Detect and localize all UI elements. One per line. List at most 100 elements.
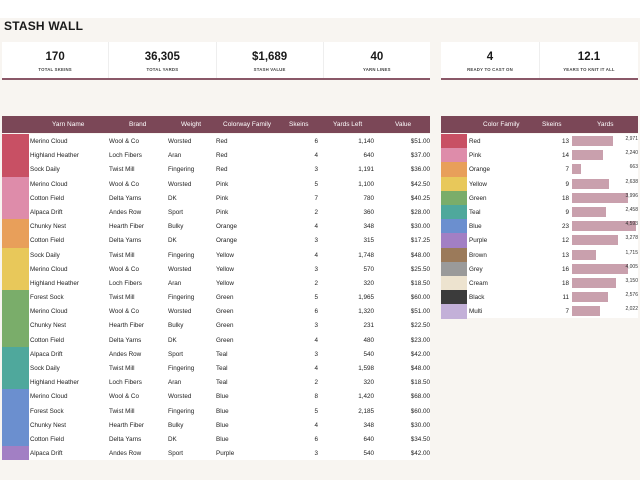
cell-colorway[interactable]: Orange xyxy=(216,237,237,244)
cell-yarn-name[interactable]: Highland Heather xyxy=(30,379,79,386)
cell-yarn-name[interactable]: Sock Daily xyxy=(30,365,60,372)
cell-brand[interactable]: Delta Yarns xyxy=(109,195,141,202)
cell-yarn-name[interactable]: Sock Daily xyxy=(30,252,60,259)
cell-brand[interactable]: Loch Fibers xyxy=(109,152,142,159)
cell-family-yards[interactable]: 663 xyxy=(572,164,638,170)
cell-weight[interactable]: Bulky xyxy=(168,422,183,429)
table-row[interactable]: Sock Daily Twist Mill Fingering Red 3 1,191 $3… xyxy=(2,162,430,177)
cell-yards-left[interactable]: 1,598 xyxy=(317,365,374,372)
cell-yarn-name[interactable]: Merino Cloud xyxy=(30,181,67,188)
cell-colorway[interactable]: Red xyxy=(216,166,228,173)
cell-weight[interactable]: Worsted xyxy=(168,308,191,315)
table-row[interactable]: Alpaca Drift Andes Row Sport Teal 3 540 $42.00 xyxy=(2,346,430,362)
family-row[interactable]: Yellow 9 2,638 xyxy=(441,176,638,191)
cell-value[interactable]: $40.25 xyxy=(377,195,430,202)
cell-yards-left[interactable]: 1,100 xyxy=(317,181,374,188)
cell-colorway[interactable]: Blue xyxy=(216,436,229,443)
cell-skeins[interactable]: 5 xyxy=(280,181,318,188)
cell-yards-left[interactable]: 1,320 xyxy=(317,308,374,315)
cell-family-yards[interactable]: 4,005 xyxy=(572,264,638,270)
family-row[interactable]: Cream 18 3,150 xyxy=(441,275,638,291)
cell-yarn-name[interactable]: Merino Cloud xyxy=(30,266,67,273)
cell-yards-left[interactable]: 480 xyxy=(317,337,374,344)
cell-brand[interactable]: Wool & Co xyxy=(109,138,139,145)
cell-color-family[interactable]: Grey xyxy=(469,266,483,273)
table-row[interactable]: Cotton Field Delta Yarns DK Blue 6 640 $34.50 xyxy=(2,431,430,447)
cell-yarn-name[interactable]: Alpaca Drift xyxy=(30,450,63,457)
cell-brand[interactable]: Twist Mill xyxy=(109,166,135,173)
cell-brand[interactable]: Loch Fibers xyxy=(109,379,142,386)
table-row[interactable]: Sock Daily Twist Mill Fingering Teal 4 1,598 $… xyxy=(2,361,430,376)
cell-family-yards[interactable]: 2,022 xyxy=(572,306,638,312)
family-row[interactable]: Teal 9 2,458 xyxy=(441,204,638,220)
table-row[interactable]: Alpaca Drift Andes Row Sport Pink 2 360 $28.00 xyxy=(2,204,430,220)
cell-colorway[interactable]: Yellow xyxy=(216,252,234,259)
cell-value[interactable]: $68.00 xyxy=(377,393,430,400)
cell-yards-left[interactable]: 1,748 xyxy=(317,252,374,259)
header-yarn-name[interactable]: Yarn Name xyxy=(52,121,84,128)
cell-colorway[interactable]: Teal xyxy=(216,379,228,386)
cell-brand[interactable]: Andes Row xyxy=(109,209,141,216)
cell-yarn-name[interactable]: Cotton Field xyxy=(30,436,64,443)
cell-skeins[interactable]: 6 xyxy=(280,308,318,315)
table-row[interactable]: Alpaca Drift Andes Row Sport Purple 3 540 $42.… xyxy=(2,446,430,461)
cell-family-yards[interactable]: 3,996 xyxy=(572,193,638,199)
cell-color-family[interactable]: Red xyxy=(469,138,481,145)
cell-skeins[interactable]: 4 xyxy=(280,337,318,344)
cell-yards-left[interactable]: 570 xyxy=(317,266,374,273)
cell-value[interactable]: $34.50 xyxy=(377,436,430,443)
cell-brand[interactable]: Twist Mill xyxy=(109,252,135,259)
cell-weight[interactable]: Aran xyxy=(168,152,181,159)
cell-family-skeins[interactable]: 16 xyxy=(536,266,569,273)
cell-skeins[interactable]: 7 xyxy=(280,195,318,202)
cell-colorway[interactable]: Red xyxy=(216,138,228,145)
table-row[interactable]: Highland Heather Loch Fibers Aran Teal 2 320 $… xyxy=(2,375,430,390)
cell-weight[interactable]: Fingering xyxy=(168,252,194,259)
cell-weight[interactable]: Bulky xyxy=(168,223,183,230)
table-row[interactable]: Merino Cloud Wool & Co Worsted Yellow 3 570 $2… xyxy=(2,261,430,276)
cell-colorway[interactable]: Blue xyxy=(216,393,229,400)
cell-family-yards[interactable]: 4,593 xyxy=(572,221,638,227)
cell-skeins[interactable]: 4 xyxy=(280,223,318,230)
table-row[interactable]: Cotton Field Delta Yarns DK Green 4 480 $23.00 xyxy=(2,332,430,347)
table-row[interactable]: Chunky Nest Hearth Fiber Bulky Green 3 231 $22… xyxy=(2,318,430,333)
cell-weight[interactable]: Sport xyxy=(168,450,183,457)
cell-skeins[interactable]: 3 xyxy=(280,237,318,244)
cell-colorway[interactable]: Pink xyxy=(216,209,228,216)
cell-weight[interactable]: Fingering xyxy=(168,166,194,173)
cell-brand[interactable]: Delta Yarns xyxy=(109,237,141,244)
cell-color-family[interactable]: Cream xyxy=(469,280,488,287)
cell-yarn-name[interactable]: Forest Sock xyxy=(30,294,64,301)
cell-colorway[interactable]: Pink xyxy=(216,195,228,202)
cell-weight[interactable]: Aran xyxy=(168,280,181,287)
family-row[interactable]: Purple 12 3,278 xyxy=(441,233,638,248)
cell-skeins[interactable]: 3 xyxy=(280,166,318,173)
cell-value[interactable]: $48.00 xyxy=(377,252,430,259)
cell-color-family[interactable]: Orange xyxy=(469,166,490,173)
cell-yarn-name[interactable]: Chunky Nest xyxy=(30,223,66,230)
cell-value[interactable]: $18.50 xyxy=(377,280,430,287)
cell-colorway[interactable]: Red xyxy=(216,152,228,159)
cell-weight[interactable]: DK xyxy=(168,436,177,443)
cell-weight[interactable]: DK xyxy=(168,237,177,244)
table-row[interactable]: Merino Cloud Wool & Co Worsted Pink 5 1,100 $4… xyxy=(2,176,430,191)
cell-yards-left[interactable]: 348 xyxy=(317,223,374,230)
cell-value[interactable]: $42.00 xyxy=(377,450,430,457)
cell-family-yards[interactable]: 2,638 xyxy=(572,179,638,185)
table-row[interactable]: Cotton Field Delta Yarns DK Orange 3 315 $17.2… xyxy=(2,233,430,248)
cell-color-family[interactable]: Purple xyxy=(469,237,487,244)
cell-yarn-name[interactable]: Merino Cloud xyxy=(30,308,67,315)
table-row[interactable]: Forest Sock Twist Mill Fingering Green 5 1,96… xyxy=(2,290,430,305)
cell-colorway[interactable]: Blue xyxy=(216,408,229,415)
cell-family-skeins[interactable]: 7 xyxy=(536,166,569,173)
family-row[interactable]: Blue 23 4,593 xyxy=(441,219,638,234)
table-row[interactable]: Highland Heather Loch Fibers Aran Yellow 2 32… xyxy=(2,275,430,291)
cell-value[interactable]: $23.00 xyxy=(377,337,430,344)
family-row[interactable]: Orange 7 663 xyxy=(441,162,638,177)
cell-brand[interactable]: Loch Fibers xyxy=(109,280,142,287)
cell-yarn-name[interactable]: Merino Cloud xyxy=(30,138,67,145)
cell-yards-left[interactable]: 320 xyxy=(317,280,374,287)
cell-skeins[interactable]: 4 xyxy=(280,152,318,159)
cell-yards-left[interactable]: 540 xyxy=(317,450,374,457)
cell-yarn-name[interactable]: Forest Sock xyxy=(30,408,64,415)
